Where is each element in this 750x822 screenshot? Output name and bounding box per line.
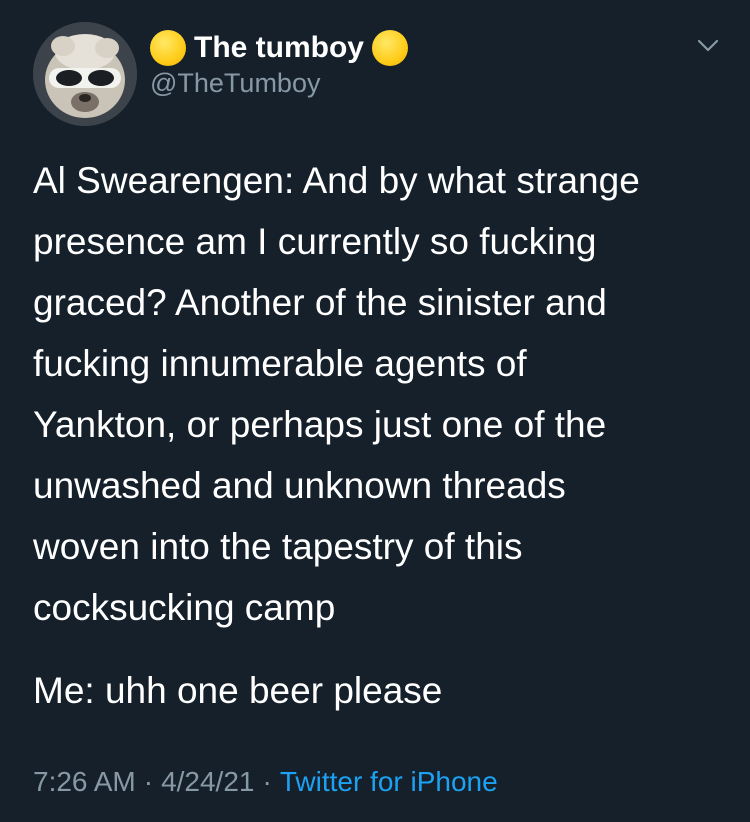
tweet-text-line: presence am I currently so fucking — [33, 221, 597, 262]
yellow-circle-emoji-icon — [372, 30, 408, 66]
user-handle[interactable]: @TheTumboy — [150, 68, 320, 99]
tweet-date[interactable]: 4/24/21 — [161, 766, 254, 797]
chevron-down-icon[interactable] — [695, 32, 721, 58]
meta-separator: · — [143, 766, 154, 797]
meta-separator: · — [262, 766, 272, 797]
tweet-body: Al Swearengen: And by what strange prese… — [33, 150, 733, 638]
tweet-text-line: cocksucking camp — [33, 587, 336, 628]
tweet: The tumboy @TheTumboy Al Swearengen: And… — [0, 0, 750, 822]
tweet-text-line: woven into the tapestry of this — [33, 526, 523, 567]
name-row[interactable]: The tumboy — [150, 28, 408, 68]
tweet-text-line: Yankton, or perhaps just one of the — [33, 404, 607, 445]
tweet-text-line: unwashed and unknown threads — [33, 465, 566, 506]
yellow-circle-emoji-icon — [150, 30, 186, 66]
tweet-text-line: fucking innumerable agents of — [33, 343, 527, 384]
avatar-image — [33, 22, 137, 126]
tweet-text-line: graced? Another of the sinister and — [33, 282, 607, 323]
tweet-meta: 7:26 AM · 4/24/21 · Twitter for iPhone — [33, 766, 498, 798]
tweet-reply-line: Me: uhh one beer please — [33, 670, 443, 711]
display-name[interactable]: The tumboy — [194, 31, 364, 65]
tweet-source-link[interactable]: Twitter for iPhone — [280, 766, 498, 797]
tweet-text-line: Al Swearengen: And by what strange — [33, 160, 640, 201]
avatar[interactable] — [33, 22, 137, 126]
tweet-time[interactable]: 7:26 AM — [33, 766, 136, 797]
